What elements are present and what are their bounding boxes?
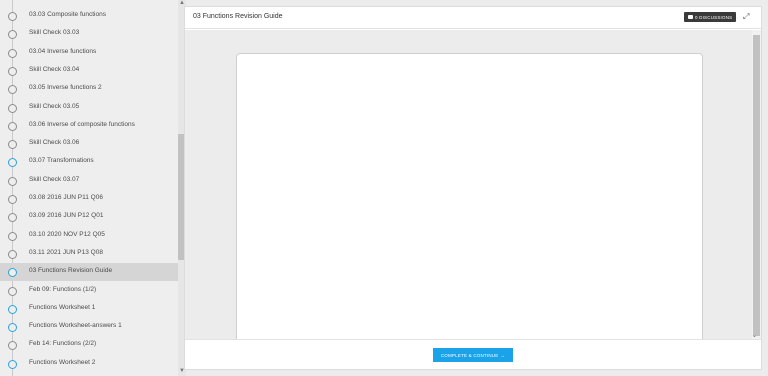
sidebar-lesson-item[interactable]: Functions Worksheet 2 xyxy=(0,355,178,373)
sidebar-lesson-item[interactable]: 03.08 2016 JUN P11 Q06 xyxy=(0,190,178,208)
lesson-label: 03.09 2016 JUN P12 Q01 xyxy=(29,212,104,220)
progress-circle-icon xyxy=(8,85,17,95)
lesson-label: Functions Worksheet 2 xyxy=(29,358,96,366)
expand-icon[interactable]: ⤢ xyxy=(743,12,749,22)
sidebar-lesson-item[interactable]: Skill Check 03.03 xyxy=(0,25,178,43)
document-frame[interactable] xyxy=(236,53,703,339)
progress-circle-icon xyxy=(8,323,17,333)
sidebar-lesson-item[interactable]: Functions Worksheet-answers 1 xyxy=(0,318,178,336)
lesson-label: Functions Worksheet 1 xyxy=(29,303,96,311)
lesson-label: 03.06 Inverse of composite functions xyxy=(29,120,135,128)
progress-circle-icon xyxy=(8,12,17,21)
complete-continue-label: COMPLETE & CONTINUE xyxy=(440,352,499,358)
lesson-label: 03 Functions Revision Guide xyxy=(29,267,113,275)
progress-circle-icon xyxy=(8,48,17,58)
lesson-label: Functions Worksheet-answers 1 xyxy=(29,322,122,330)
progress-circle-icon xyxy=(8,158,17,168)
sidebar-lesson-item[interactable]: 03.06 Inverse of composite functions xyxy=(0,117,178,135)
sidebar-lesson-item[interactable]: Feb 14: Functions (2/2) xyxy=(0,336,178,354)
lesson-label: Skill Check 03.03 xyxy=(29,29,80,37)
progress-circle-icon xyxy=(8,268,17,278)
lesson-label: Skill Check 03.07 xyxy=(29,175,80,183)
progress-circle-icon xyxy=(8,286,17,296)
sidebar-lesson-item[interactable]: 03.03 Composite functions xyxy=(0,7,178,25)
progress-circle-icon xyxy=(8,213,17,223)
progress-circle-icon xyxy=(8,140,17,150)
lesson-footer: COMPLETE & CONTINUE → xyxy=(185,339,761,369)
lesson-header: 03 Functions Revision Guide 0 DISCUSSION… xyxy=(185,7,761,29)
sidebar-lesson-item[interactable]: Skill Check 03.05 xyxy=(0,99,178,117)
discussions-button[interactable]: 0 DISCUSSIONS xyxy=(684,12,737,22)
sidebar-lesson-item[interactable]: 03.10 2020 NOV P12 Q05 xyxy=(0,227,178,245)
progress-circle-icon xyxy=(8,231,17,241)
chat-icon xyxy=(688,15,693,19)
progress-circle-icon xyxy=(8,304,17,314)
sidebar-lesson-item[interactable]: 03 Functions Revision Guide xyxy=(0,263,178,282)
sidebar-lesson-item[interactable]: Skill Check 03.04 xyxy=(0,62,178,80)
scroll-down-icon[interactable]: ⌄ xyxy=(752,332,757,339)
sidebar-lesson-item[interactable]: 03.05 Inverse functions 2 xyxy=(0,80,178,98)
progress-circle-icon xyxy=(8,30,17,40)
lesson-label: 03.08 2016 JUN P11 Q06 xyxy=(29,194,103,201)
sidebar-lesson-item[interactable]: Skill Check 03.07 xyxy=(0,172,178,190)
document-viewer xyxy=(185,30,752,339)
sidebar-lesson-item[interactable]: 03.11 2021 JUN P13 Q08 xyxy=(0,245,178,263)
arrow-right-icon: → xyxy=(500,352,506,358)
viewer-scrollbar-thumb[interactable] xyxy=(753,35,760,336)
progress-circle-icon xyxy=(8,121,17,131)
progress-circle-icon xyxy=(8,249,17,259)
lesson-label: 03.10 2020 NOV P12 Q05 xyxy=(29,230,105,238)
lesson-list: 03.03 Composite functions Skill Check 03.… xyxy=(0,0,178,376)
lesson-label: 03.05 Inverse functions 2 xyxy=(29,84,102,92)
lesson-label: 03.04 Inverse functions xyxy=(29,47,97,55)
progress-circle-icon xyxy=(8,103,17,113)
lesson-panel: 03 Functions Revision Guide 0 DISCUSSION… xyxy=(184,6,762,370)
lesson-label: 03.07 Transformations xyxy=(29,157,94,165)
progress-circle-icon xyxy=(8,341,17,351)
lesson-label: Skill Check 03.04 xyxy=(29,65,80,73)
discussions-label: 0 DISCUSSIONS xyxy=(695,14,733,20)
sidebar-lesson-item[interactable]: 03.09 2016 JUN P12 Q01 xyxy=(0,208,178,226)
course-sidebar: 03.03 Composite functions Skill Check 03.… xyxy=(0,0,186,376)
lesson-label: Feb 09: Functions (1/2) xyxy=(29,285,97,293)
sidebar-lesson-item[interactable]: 03.04 Inverse functions xyxy=(0,44,178,62)
progress-circle-icon xyxy=(8,195,17,204)
complete-continue-button[interactable]: COMPLETE & CONTINUE → xyxy=(433,348,513,362)
lesson-label: Feb 14: Functions (2/2) xyxy=(29,340,97,348)
lesson-label: Skill Check 03.05 xyxy=(29,102,80,110)
sidebar-lesson-item[interactable]: Skill Check 03.06 xyxy=(0,135,178,153)
sidebar-lesson-item[interactable]: Feb 09: Functions (1/2) xyxy=(0,282,178,300)
sidebar-lesson-item[interactable]: Functions Worksheet 1 xyxy=(0,300,178,318)
sidebar-lesson-item[interactable]: 03.07 Transformations xyxy=(0,153,178,171)
lesson-label: Skill Check 03.06 xyxy=(29,139,80,147)
lesson-label: 03.11 2021 JUN P13 Q08 xyxy=(29,248,103,256)
progress-circle-icon xyxy=(8,359,17,369)
page-title: 03 Functions Revision Guide xyxy=(193,13,283,20)
progress-circle-icon xyxy=(8,176,17,186)
lesson-label: 03.03 Composite functions xyxy=(29,11,106,18)
progress-circle-icon xyxy=(8,66,17,76)
